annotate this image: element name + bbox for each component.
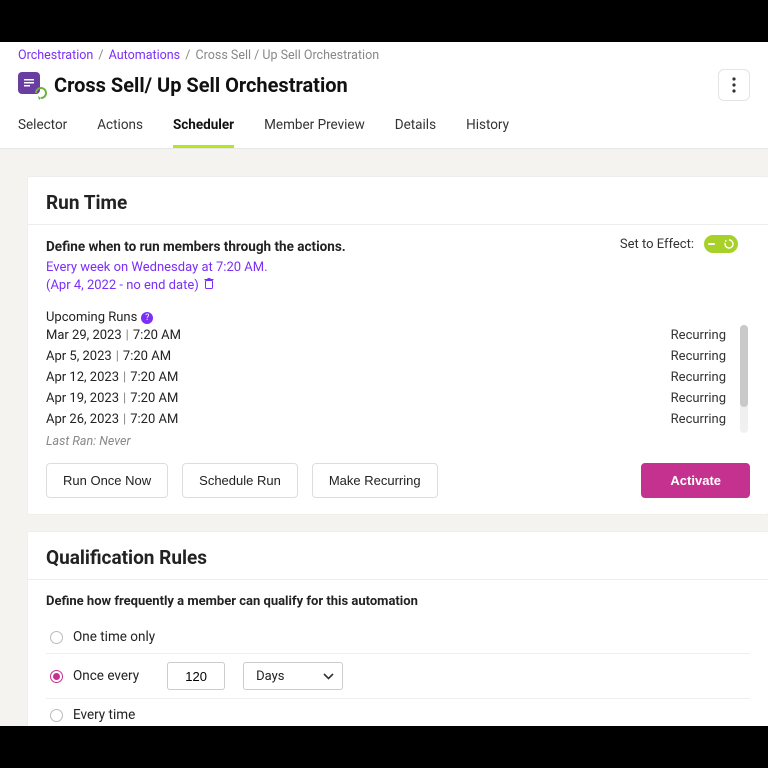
tab-selector[interactable]: Selector — [18, 109, 67, 148]
orchestration-icon — [18, 72, 46, 98]
set-to-effect-label: Set to Effect: — [620, 237, 694, 252]
upcoming-runs-label: Upcoming Runs — [46, 310, 137, 325]
qualification-option-one-time[interactable]: One time only — [46, 621, 750, 654]
run-type: Recurring — [671, 370, 726, 385]
run-row: Mar 29, 2023|7:20 AM Recurring — [46, 325, 750, 346]
qualification-define-label: Define how frequently a member can quali… — [46, 594, 750, 609]
qualification-option-once-every[interactable]: Once every Days — [46, 654, 750, 699]
run-row: Apr 19, 2023|7:20 AM Recurring — [46, 388, 750, 409]
content-area: Run Time Define when to run members thro… — [0, 149, 768, 726]
schedule-run-button[interactable]: Schedule Run — [182, 463, 298, 498]
upcoming-runs-list: Mar 29, 2023|7:20 AM Recurring Apr 5, 20… — [46, 325, 750, 430]
schedule-summary-line1: Every week on Wednesday at 7:20 AM. — [46, 260, 268, 275]
effect-toggle[interactable] — [704, 235, 738, 253]
qualification-option-every-time[interactable]: Every time — [46, 699, 750, 726]
run-time-schedule: Every week on Wednesday at 7:20 AM. (Apr… — [46, 259, 750, 294]
qualification-heading: Qualification Rules — [28, 532, 768, 580]
breadcrumb-current: Cross Sell / Up Sell Orchestration — [196, 48, 380, 63]
schedule-summary-line2: (Apr 4, 2022 - no end date) — [46, 278, 199, 293]
toggle-reload-icon — [724, 239, 734, 249]
more-menu-button[interactable] — [718, 69, 750, 101]
run-type: Recurring — [671, 328, 726, 343]
breadcrumb-orchestration[interactable]: Orchestration — [18, 48, 93, 63]
interval-value-input[interactable] — [167, 662, 225, 690]
toggle-minus-icon — [708, 243, 715, 245]
tab-details[interactable]: Details — [395, 109, 436, 148]
last-ran-label: Last Ran: Never — [46, 434, 750, 449]
breadcrumb-sep: / — [185, 48, 190, 63]
run-type: Recurring — [671, 391, 726, 406]
run-type: Recurring — [671, 349, 726, 364]
run-time-heading: Run Time — [28, 177, 768, 225]
tabs: Selector Actions Scheduler Member Previe… — [0, 109, 768, 149]
app-viewport: Orchestration / Automations / Cross Sell… — [0, 42, 768, 726]
option-label: Every time — [73, 707, 135, 723]
run-row: Apr 26, 2023|7:20 AM Recurring — [46, 409, 750, 430]
run-row: Apr 12, 2023|7:20 AM Recurring — [46, 367, 750, 388]
tab-member-preview[interactable]: Member Preview — [264, 109, 365, 148]
breadcrumb-sep: / — [98, 48, 103, 63]
radio-icon — [50, 631, 63, 644]
option-label: Once every — [73, 668, 139, 684]
upcoming-runs-help-icon[interactable]: ? — [141, 312, 153, 324]
make-recurring-button[interactable]: Make Recurring — [312, 463, 438, 498]
breadcrumb: Orchestration / Automations / Cross Sell… — [0, 42, 768, 65]
activate-button[interactable]: Activate — [641, 463, 750, 498]
breadcrumb-automations[interactable]: Automations — [109, 48, 180, 63]
qualification-rules-card: Qualification Rules Define how frequentl… — [28, 532, 768, 726]
run-time-card: Run Time Define when to run members thro… — [28, 177, 768, 514]
interval-unit-select[interactable]: Days — [243, 662, 343, 690]
page-title: Cross Sell/ Up Sell Orchestration — [54, 73, 718, 97]
radio-icon — [50, 709, 63, 722]
delete-schedule-icon[interactable] — [204, 278, 214, 293]
interval-unit-value: Days — [256, 669, 284, 684]
tab-actions[interactable]: Actions — [97, 109, 143, 148]
chevron-down-icon — [323, 673, 334, 680]
tab-history[interactable]: History — [466, 109, 509, 148]
upcoming-runs-header: Upcoming Runs ? — [46, 310, 750, 325]
tab-scheduler[interactable]: Scheduler — [173, 109, 234, 148]
run-row: Apr 5, 2023|7:20 AM Recurring — [46, 346, 750, 367]
run-type: Recurring — [671, 412, 726, 427]
kebab-icon — [732, 77, 736, 93]
option-label: One time only — [73, 629, 155, 645]
run-time-buttons: Run Once Now Schedule Run Make Recurring… — [46, 463, 750, 498]
radio-icon — [50, 670, 63, 683]
run-once-now-button[interactable]: Run Once Now — [46, 463, 168, 498]
runs-scrollbar[interactable] — [740, 325, 748, 433]
set-to-effect: Set to Effect: — [620, 235, 738, 253]
title-row: Cross Sell/ Up Sell Orchestration — [0, 65, 768, 109]
